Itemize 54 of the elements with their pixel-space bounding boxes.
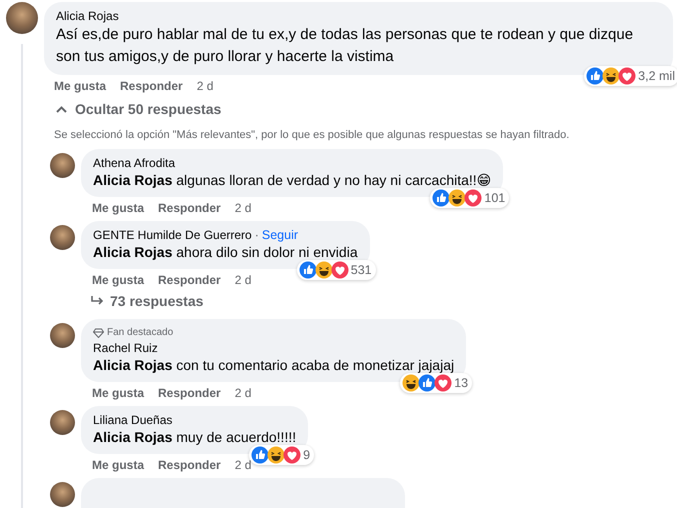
reply-arrow-icon xyxy=(90,295,104,307)
reply-text: Alicia Rojas algunas lloran de verdad y no hay ni carcachita!!😁 xyxy=(93,171,492,190)
author-name[interactable]: GENTE Humilde De Guerrero xyxy=(93,227,252,243)
avatar-photo[interactable] xyxy=(50,225,75,250)
like-button[interactable]: Me gusta xyxy=(92,201,144,215)
reaction-count: 9 xyxy=(303,448,310,462)
reply-button[interactable]: Responder xyxy=(120,79,183,93)
author-name[interactable]: Rachel Ruiz xyxy=(93,340,158,356)
like-button[interactable]: Me gusta xyxy=(92,458,144,472)
follow-link[interactable]: Seguir xyxy=(262,228,298,242)
reply-button[interactable]: Responder xyxy=(158,458,221,472)
hide-replies-button[interactable]: Ocultar 50 respuestas xyxy=(56,101,222,117)
chevron-up-icon xyxy=(56,106,67,112)
comment-text: Así es,de puro hablar mal de tu ex,y de todas las personas que te rodean y que dizque son tus amigos,y de puro llorar y hacerte la vistima xyxy=(56,25,634,67)
reaction-count: 3,2 mil xyxy=(638,69,675,83)
avatar-photo[interactable] xyxy=(50,323,75,348)
reaction-count: 531 xyxy=(350,263,372,277)
mention-link[interactable]: Alicia Rojas xyxy=(93,244,172,260)
reply-button[interactable]: Responder xyxy=(158,201,221,215)
reactions-summary[interactable]: 13 xyxy=(400,373,472,393)
badge-label: Fan destacado xyxy=(107,326,174,340)
avatar-photo[interactable] xyxy=(50,410,75,435)
mention-link[interactable]: Alicia Rojas xyxy=(93,172,172,188)
comment-time: 2 d xyxy=(234,386,252,400)
reactions-summary[interactable]: 9 xyxy=(249,445,314,465)
like-button[interactable]: Me gusta xyxy=(92,386,144,400)
author-name[interactable]: Alicia Rojas xyxy=(56,8,661,24)
filter-notice: Se seleccionó la opción "Más relevantes", por lo que es posible que algunas respuestas se hayan filtrado. xyxy=(54,129,570,141)
diamond-icon xyxy=(93,328,104,338)
reply-button[interactable]: Responder xyxy=(158,273,221,287)
avatar-photo[interactable] xyxy=(50,153,75,178)
reactions-summary[interactable]: 101 xyxy=(430,188,510,208)
comment-time: 2 d xyxy=(234,458,252,472)
author-name[interactable]: Liliana Dueñas xyxy=(93,412,172,428)
avatar-photo[interactable] xyxy=(6,2,38,34)
reply-text: Alicia Rojas con tu comentario acaba de monetizar jajajaj xyxy=(93,356,454,375)
like-button[interactable]: Me gusta xyxy=(92,273,144,287)
reactions-summary[interactable]: 3,2 mil xyxy=(584,66,677,86)
like-button[interactable]: Me gusta xyxy=(54,79,106,93)
reaction-count: 13 xyxy=(454,376,468,390)
reactions-summary[interactable]: 531 xyxy=(296,260,376,280)
reaction-count: 101 xyxy=(484,191,506,205)
comment-time: 2 d xyxy=(196,79,214,93)
mention-link[interactable]: Alicia Rojas xyxy=(93,357,172,373)
author-name[interactable]: Athena Afrodita xyxy=(93,155,176,171)
comment-time: 2 d xyxy=(234,273,252,287)
separator-dot: · xyxy=(254,228,259,242)
avatar-photo[interactable] xyxy=(50,482,75,507)
reply-text: Alicia Rojas ahora dilo sin dolor ni envidia xyxy=(93,243,358,262)
reply-text: Alicia Rojas muy de acuerdo!!!!! xyxy=(93,428,296,447)
mention-link[interactable]: Alicia Rojas xyxy=(93,429,172,445)
comment-time: 2 d xyxy=(234,201,252,215)
view-replies-button[interactable]: 73 respuestas xyxy=(90,293,677,309)
reply-button[interactable]: Responder xyxy=(158,386,221,400)
